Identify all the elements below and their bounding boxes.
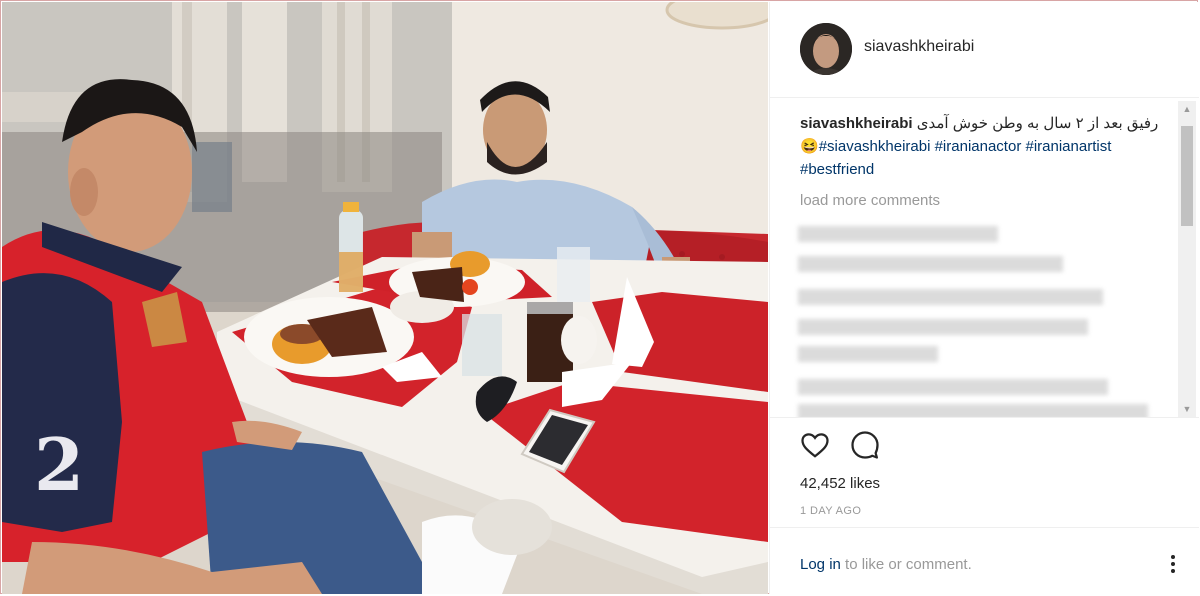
more-options-icon[interactable] xyxy=(1163,554,1183,574)
post-footer: Log in to like or comment. xyxy=(770,527,1199,594)
login-prompt: Log in to like or comment. xyxy=(800,556,972,573)
comments-scrollbar[interactable]: ▲ ▼ xyxy=(1178,101,1196,417)
heart-icon[interactable] xyxy=(800,430,832,462)
blurred-comment xyxy=(798,289,1103,305)
post-frame: 2 siavashkheirabi siavashkheirabi رفیق ب… xyxy=(0,0,1199,594)
user-avatar[interactable] xyxy=(800,23,852,75)
comments-section: siavashkheirabi رفیق بعد از ۲ سال به وطن… xyxy=(770,99,1180,417)
post-actions: 42,452 likes 1 DAY AGO xyxy=(770,417,1199,527)
post-side-panel: siavashkheirabi siavashkheirabi رفیق بعد… xyxy=(769,2,1199,594)
blurred-comment xyxy=(798,379,1108,395)
login-link[interactable]: Log in xyxy=(800,556,841,573)
login-prompt-text: to like or comment. xyxy=(840,556,972,573)
blurred-comment xyxy=(798,346,938,362)
photo-illustration: 2 xyxy=(2,2,768,594)
svg-text:2: 2 xyxy=(34,422,84,507)
blurred-comment xyxy=(798,226,998,242)
caption-emoji: 😆 xyxy=(800,138,819,155)
ellipsis-icon xyxy=(1171,555,1175,573)
blurred-comment xyxy=(798,404,1148,417)
hashtag-link[interactable]: #siavashkheirabi xyxy=(819,138,931,155)
post-caption: siavashkheirabi رفیق بعد از ۲ سال به وطن… xyxy=(800,112,1160,181)
hashtag-link[interactable]: #iranianactor xyxy=(935,138,1022,155)
post-timestamp: 1 DAY AGO xyxy=(800,505,862,517)
load-more-comments-link[interactable]: load more comments xyxy=(800,192,940,209)
comment-icon[interactable] xyxy=(850,430,882,462)
hashtag-link[interactable]: #bestfriend xyxy=(800,161,874,178)
hashtag-link[interactable]: #iranianartist xyxy=(1025,138,1111,155)
comment-icon-graphic xyxy=(851,431,879,459)
blurred-comment xyxy=(798,256,1063,272)
post-photo[interactable]: 2 xyxy=(2,2,768,594)
scroll-up-icon[interactable]: ▲ xyxy=(1178,101,1196,117)
header-username[interactable]: siavashkheirabi xyxy=(864,38,974,56)
heart-icon-graphic xyxy=(801,433,829,458)
avatar-image xyxy=(800,23,852,75)
blurred-comment xyxy=(798,319,1088,335)
scroll-down-icon[interactable]: ▼ xyxy=(1178,401,1196,417)
scrollbar-thumb[interactable] xyxy=(1181,126,1193,226)
like-count[interactable]: 42,452 likes xyxy=(800,475,880,492)
post-header: siavashkheirabi xyxy=(770,2,1199,98)
caption-text: رفیق بعد از ۲ سال به وطن خوش آمدی xyxy=(916,115,1159,132)
caption-username[interactable]: siavashkheirabi xyxy=(800,115,913,132)
